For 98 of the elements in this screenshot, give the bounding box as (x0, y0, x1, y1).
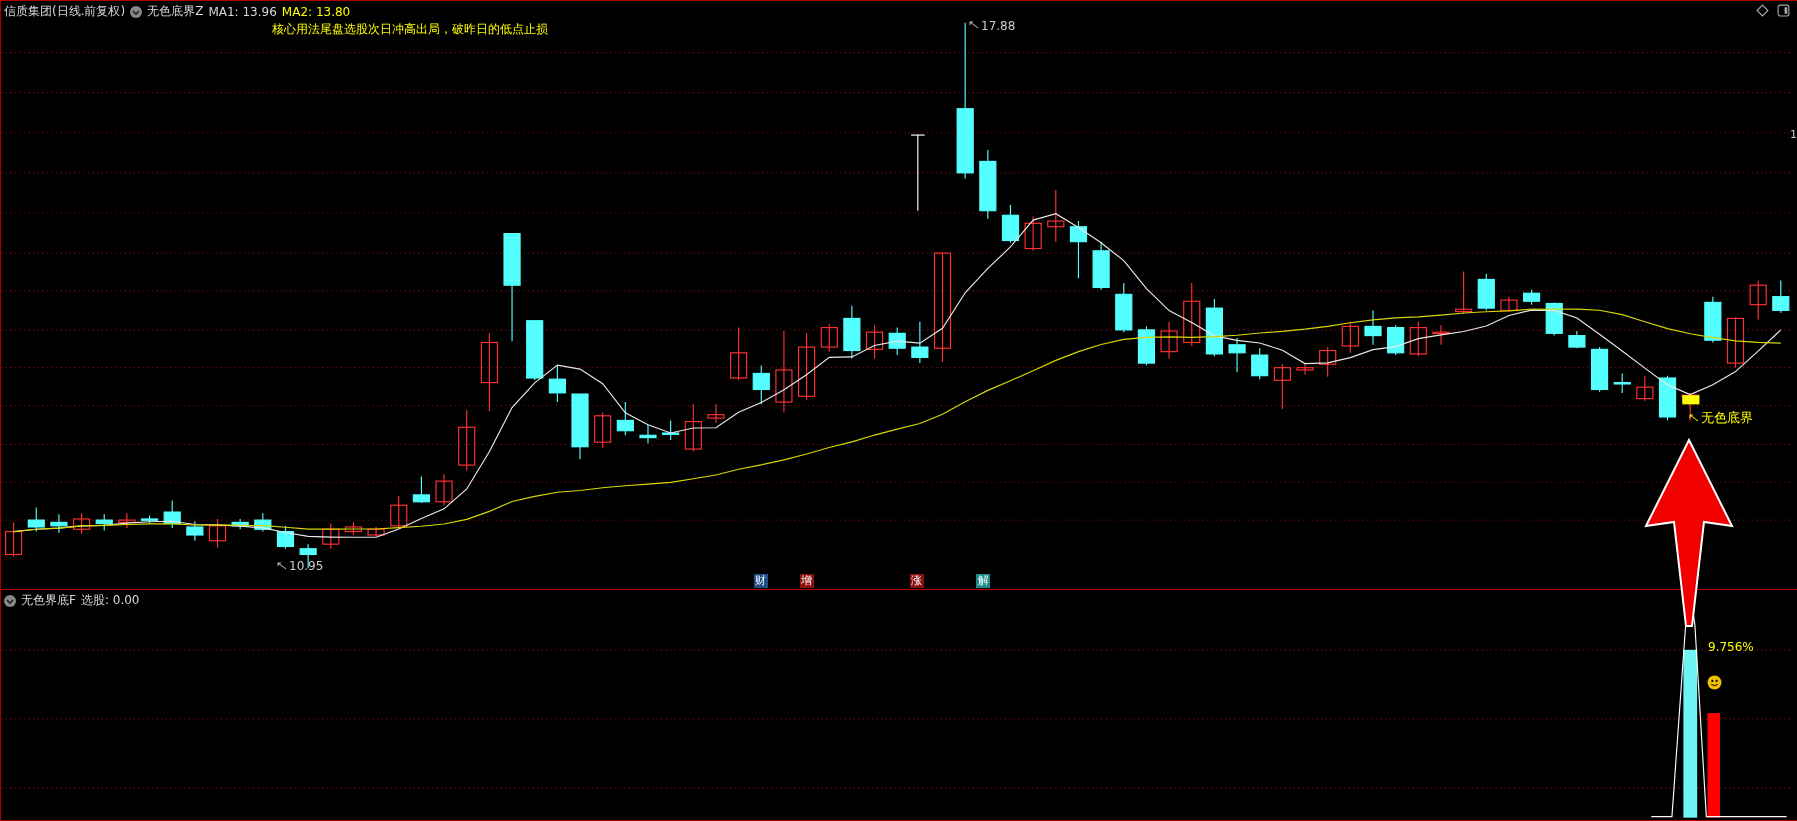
candlestick (367, 526, 385, 537)
candlestick (1658, 375, 1677, 421)
candlestick (1205, 298, 1223, 357)
candlestick (843, 305, 861, 360)
candlestick (254, 512, 272, 533)
candlestick (1455, 270, 1473, 315)
candlestick (752, 364, 770, 405)
candlestick (322, 522, 340, 550)
candlestick (865, 324, 884, 360)
candlestick (1500, 296, 1518, 313)
candlestick (707, 403, 725, 424)
event-marker[interactable]: 解 (976, 574, 991, 588)
candlestick (548, 364, 566, 403)
candlestick (1613, 372, 1631, 394)
candlestick (820, 323, 838, 353)
candlestick (1228, 337, 1246, 373)
candlestick (1704, 296, 1722, 344)
candlestick (684, 403, 702, 452)
candlestick (1387, 324, 1405, 356)
candlestick (276, 525, 295, 550)
candlestick (1092, 241, 1110, 291)
candlestick (458, 409, 476, 472)
candlestick (163, 500, 181, 529)
event-marker[interactable]: 财 (753, 574, 768, 588)
high-price-label: 17.88 (981, 19, 1016, 33)
signal-label: 无色底界 (1701, 409, 1753, 427)
panel-toggle-icon[interactable] (1777, 4, 1790, 17)
event-marker[interactable]: 增 (799, 574, 814, 588)
leader-line (1689, 414, 1699, 422)
event-marker[interactable]: 涨 (909, 574, 924, 588)
candlestick (979, 149, 997, 220)
dropdown-icon[interactable] (4, 594, 16, 607)
candlestick (1568, 330, 1586, 349)
candlestick (1069, 220, 1088, 279)
candlestick (50, 513, 68, 534)
candlestick (1726, 316, 1745, 369)
candlestick (1273, 363, 1291, 410)
candlestick (888, 327, 906, 356)
candlestick (390, 495, 408, 529)
up-arrow-icon (1644, 438, 1734, 628)
dropdown-icon[interactable] (130, 5, 143, 18)
leader-line (277, 562, 287, 570)
candlestick (911, 321, 929, 364)
candlestick (1364, 309, 1382, 346)
low-price-label: 10.95 (289, 559, 324, 573)
candlestick (1749, 280, 1767, 321)
indicator-reading: 选股: 0.00 (80, 592, 140, 609)
candlestick (1296, 362, 1314, 376)
candlestick (1523, 289, 1541, 306)
candlestick (140, 514, 159, 525)
ma2-value: MA2: 13.80 (281, 4, 351, 19)
candlestick (616, 401, 634, 436)
candlestick (526, 320, 544, 381)
candlestick (1477, 273, 1495, 311)
candlestick (1137, 325, 1156, 366)
candlestick (231, 518, 249, 530)
candlestick (435, 473, 453, 506)
candlestick (662, 419, 680, 441)
ma1-value: MA1: 13.96 (208, 4, 277, 19)
candlestick (1636, 375, 1654, 402)
candlestick (72, 512, 91, 535)
candlestick (186, 520, 204, 542)
signal-marker (1682, 395, 1700, 405)
indicator-name: 无色底界Z (147, 3, 204, 20)
candlestick (1183, 282, 1201, 347)
percent-label: 9.756% (1708, 640, 1754, 654)
strategy-note: 核心用法尾盘选股次日冲高出局，破昨日的低点止损 (272, 21, 548, 38)
candlestick (1319, 346, 1337, 378)
candlestick (1545, 301, 1563, 337)
candlestick (1251, 347, 1269, 380)
candlestick (412, 475, 430, 504)
candlestick (344, 521, 363, 536)
leader-line (969, 21, 979, 29)
candlestick (27, 506, 45, 533)
candlestick (5, 521, 23, 558)
candlestick (95, 513, 113, 531)
candlestick (798, 332, 816, 401)
candlestick (1341, 321, 1359, 354)
candlestick (571, 393, 589, 460)
indicator-name: 无色界底F (21, 592, 76, 609)
candlestick (1001, 204, 1020, 244)
candlestick (1590, 346, 1609, 393)
candlestick (1047, 189, 1065, 243)
candlestick (730, 327, 748, 381)
smiley-icon (1707, 675, 1722, 690)
candlestick (639, 424, 657, 444)
candlestick (1772, 280, 1790, 314)
candlestick (594, 411, 612, 449)
candlestick (1160, 321, 1178, 360)
candlestick (1432, 324, 1450, 346)
diamond-icon[interactable] (1756, 4, 1769, 17)
candlestick (118, 512, 136, 529)
candlestick (1024, 215, 1042, 252)
candlestick (208, 518, 227, 549)
axis-label: 1 (1790, 128, 1797, 141)
candlestick (1409, 321, 1427, 357)
candlestick (1115, 282, 1133, 333)
stock-title: 信质集团(日线.前复权) (4, 3, 126, 20)
